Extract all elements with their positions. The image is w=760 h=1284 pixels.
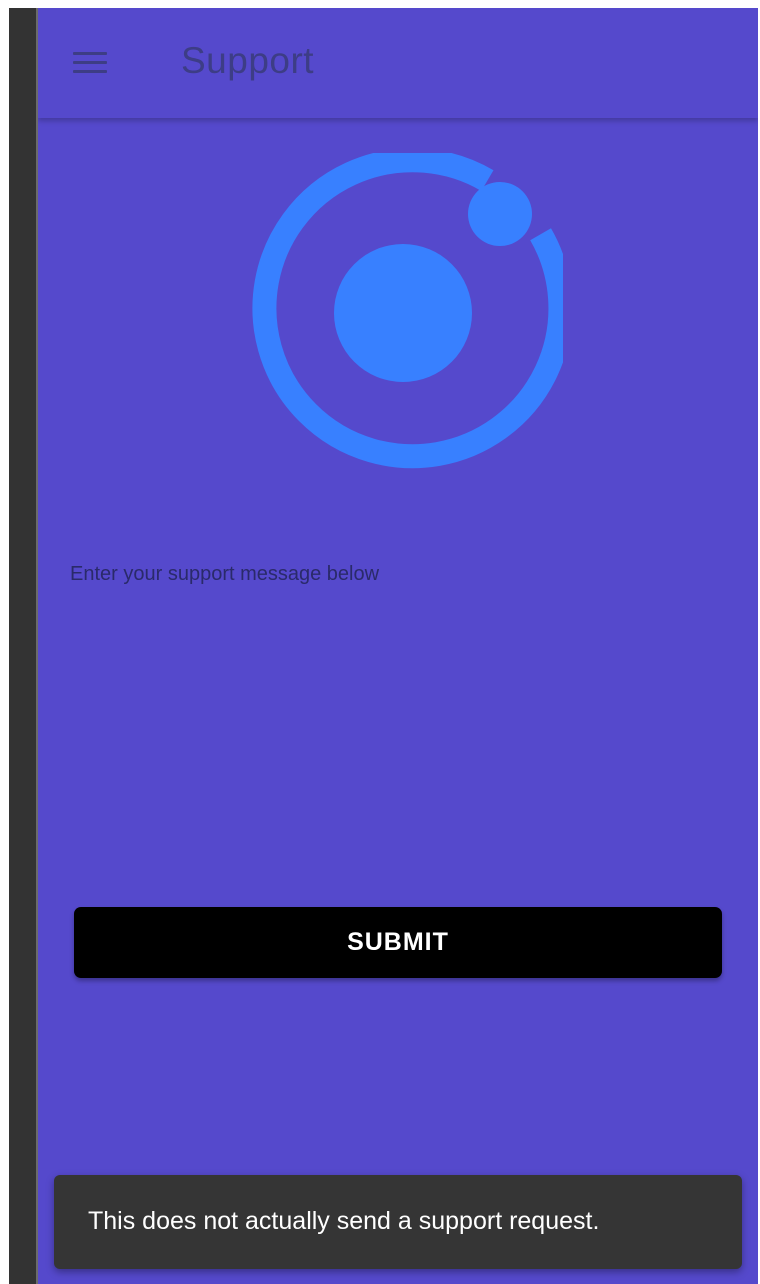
page-title: Support xyxy=(181,40,315,81)
support-message-input[interactable] xyxy=(70,598,724,882)
menu-icon-bar xyxy=(73,52,107,55)
message-label: Enter your support message below xyxy=(70,563,380,585)
side-panel-edge xyxy=(9,8,36,1284)
support-page: Support Enter your support message below… xyxy=(38,8,758,1284)
toast-message: This does not actually send a support re… xyxy=(88,1207,600,1235)
logo-orbit-dot xyxy=(468,182,532,246)
screen: Support Enter your support message below… xyxy=(0,0,760,1284)
menu-icon[interactable] xyxy=(68,46,112,78)
menu-icon-bar xyxy=(73,70,107,73)
toolbar: Support xyxy=(38,8,758,118)
logo-center-dot xyxy=(334,244,472,382)
submit-button[interactable]: SUBMIT xyxy=(74,907,722,978)
menu-icon-bar xyxy=(73,61,107,64)
toast: This does not actually send a support re… xyxy=(54,1175,742,1269)
ionic-logo-icon xyxy=(252,153,563,469)
